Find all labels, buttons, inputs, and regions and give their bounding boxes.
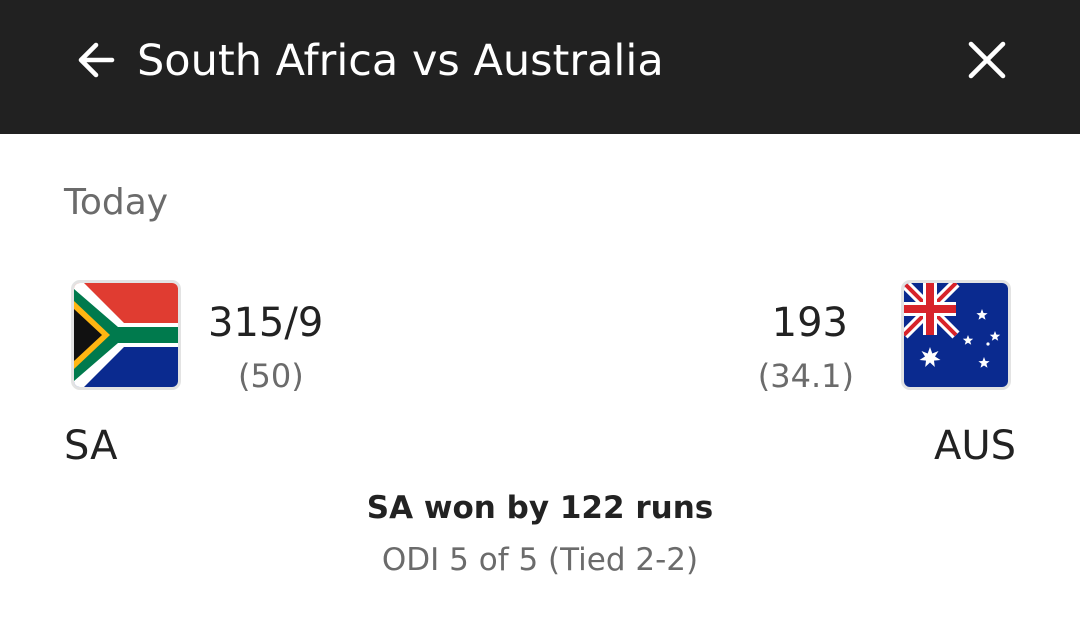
home-overs: (50)	[238, 357, 304, 395]
close-icon	[967, 40, 1007, 84]
page-title: South Africa vs Australia	[137, 36, 664, 86]
south-africa-flag-icon	[71, 280, 181, 390]
back-button[interactable]	[58, 28, 134, 96]
match-date: Today	[64, 182, 169, 223]
match-result: SA won by 122 runs	[366, 490, 714, 526]
away-overs: (34.1)	[757, 357, 854, 395]
arrow-left-icon	[72, 36, 120, 88]
away-team-abbr: AUS	[933, 423, 1016, 469]
home-team-abbr: SA	[64, 423, 118, 469]
australia-flag-icon	[901, 280, 1011, 390]
home-score: 315/9	[208, 300, 324, 346]
match-card: South Africa vs Australia Today 315/9 (5…	[0, 0, 1080, 625]
away-score: 193	[771, 300, 848, 346]
close-button[interactable]	[950, 28, 1024, 96]
top-app-bar: South Africa vs Australia	[0, 0, 1080, 134]
series-status: ODI 5 of 5 (Tied 2-2)	[381, 542, 699, 578]
